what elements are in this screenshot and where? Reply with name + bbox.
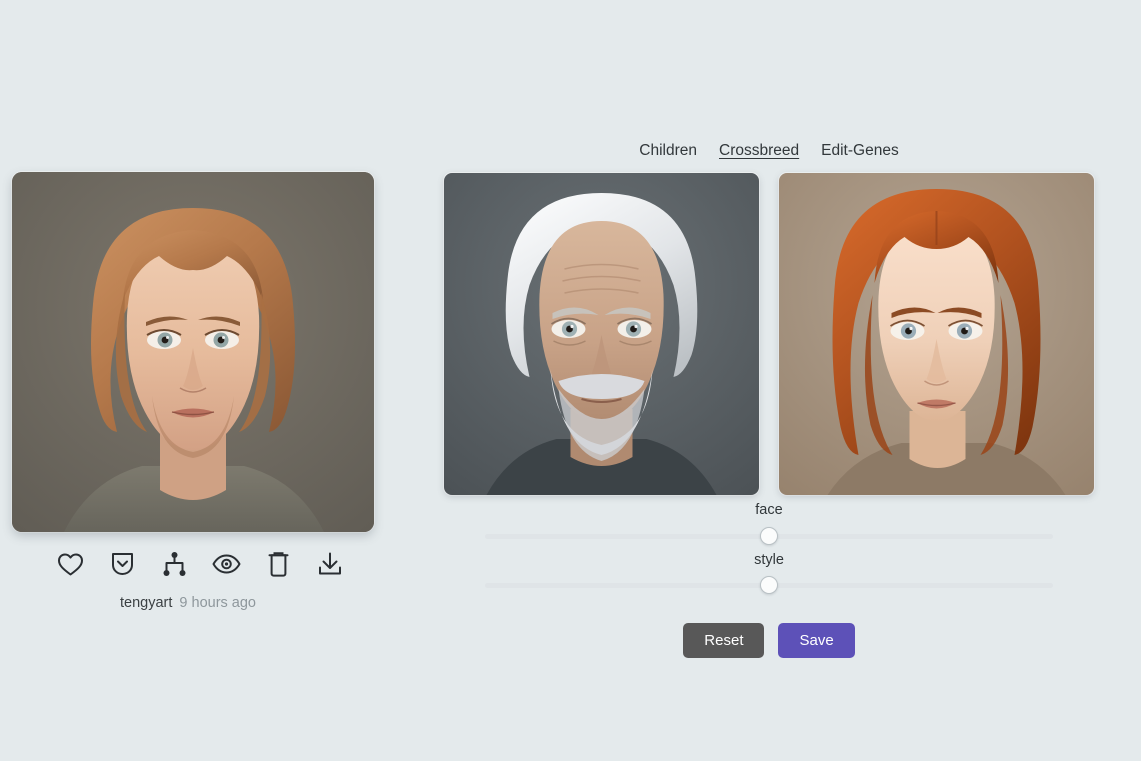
shield-chevron-down-icon [110, 551, 135, 577]
parent-card-1[interactable] [444, 173, 759, 495]
author-name[interactable]: tengyart [120, 596, 172, 611]
slider-face-label: face [444, 501, 1094, 521]
timestamp: 9 hours ago [179, 596, 256, 611]
heart-icon [57, 552, 84, 577]
slider-style: style [444, 551, 1094, 595]
tab-children[interactable]: Children [639, 142, 697, 162]
parent-portrait-1-image [444, 173, 759, 495]
tab-edit-genes[interactable]: Edit-Genes [821, 142, 899, 162]
parent-card-2[interactable] [779, 173, 1094, 495]
slider-face-control[interactable] [485, 527, 1053, 545]
tab-crossbreed[interactable]: Crossbreed [719, 142, 799, 162]
shield-chevron-down-icon-button[interactable] [96, 544, 148, 584]
crossbreed-panel: Children Crossbreed Edit-Genes [444, 142, 1094, 658]
trash-icon-button[interactable] [252, 544, 304, 584]
slider-style-label: style [444, 551, 1094, 571]
slider-style-handle[interactable] [760, 576, 778, 594]
slider-style-control[interactable] [485, 576, 1053, 594]
hierarchy-icon [162, 551, 187, 577]
app-root: tengyart 9 hours ago Children Crossbreed… [0, 0, 1141, 761]
save-button[interactable]: Save [778, 623, 854, 658]
main-portrait-card[interactable] [12, 172, 374, 532]
parent-portrait-2-image [779, 173, 1094, 495]
download-icon-button[interactable] [304, 544, 356, 584]
heart-icon-button[interactable] [44, 544, 96, 584]
reset-button[interactable]: Reset [683, 623, 764, 658]
slider-face: face [444, 501, 1094, 545]
download-icon [317, 551, 343, 577]
panel-tabs: Children Crossbreed Edit-Genes [444, 142, 1094, 162]
gallery-action-bar [12, 544, 374, 584]
panel-button-row: Reset Save [444, 623, 1094, 658]
slider-face-handle[interactable] [760, 527, 778, 545]
main-portrait-image [12, 172, 374, 532]
main-gallery-item: tengyart 9 hours ago [12, 172, 374, 611]
trash-icon [267, 551, 290, 578]
hierarchy-icon-button[interactable] [148, 544, 200, 584]
eye-icon [212, 553, 241, 575]
gallery-meta: tengyart 9 hours ago [12, 596, 374, 611]
eye-icon-button[interactable] [200, 544, 252, 584]
parent-image-pair [444, 173, 1094, 495]
